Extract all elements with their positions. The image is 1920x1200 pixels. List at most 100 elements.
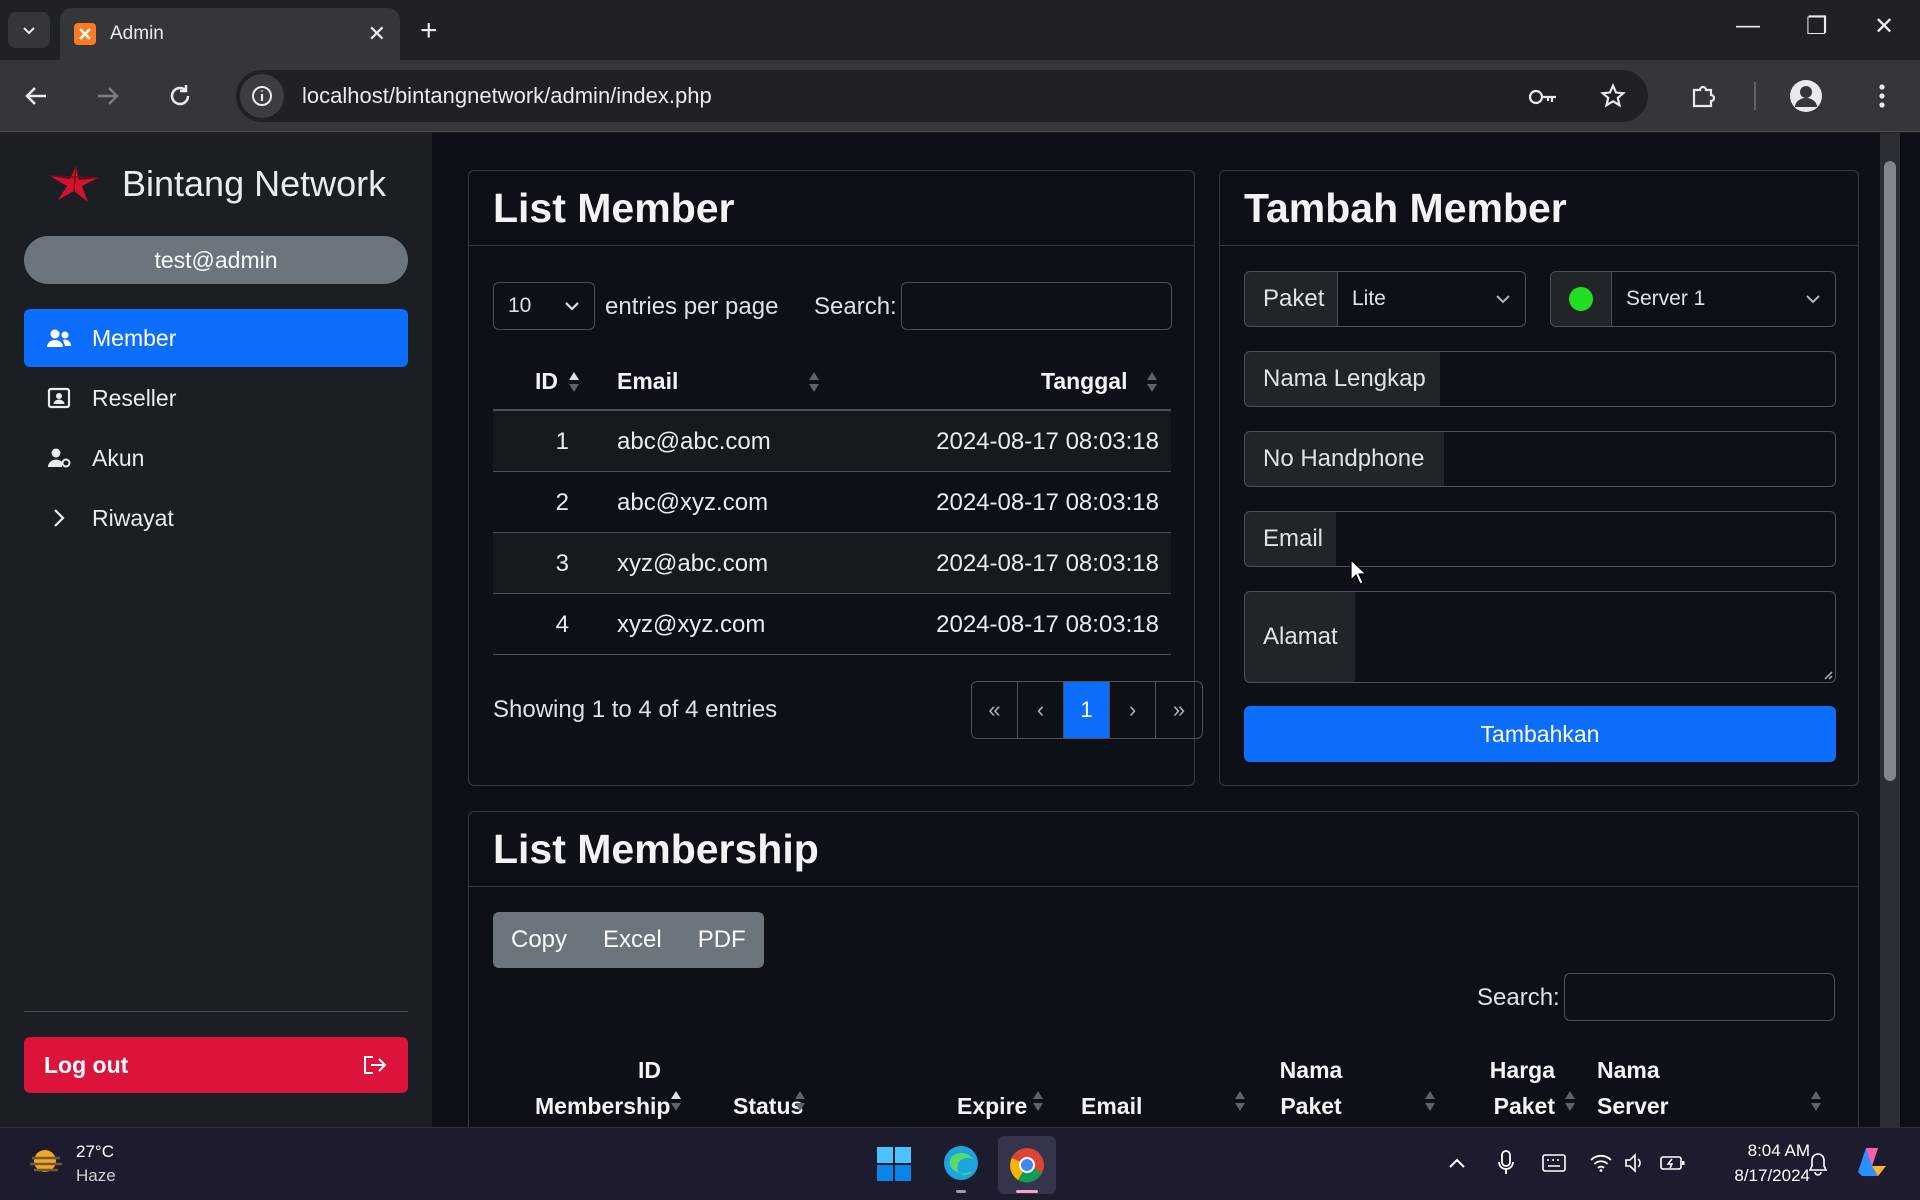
url-text[interactable]: localhost/bintangnetwork/admin/index.php [302, 83, 1648, 109]
sort-arrows-icon[interactable] [1233, 1088, 1247, 1114]
copilot-icon[interactable] [1852, 1142, 1892, 1182]
cell-tanggal: 2024-08-17 08:03:18 [936, 427, 1159, 455]
alamat-textarea[interactable] [1355, 591, 1836, 683]
notification-bell-icon[interactable] [1808, 1152, 1828, 1176]
table-info: Showing 1 to 4 of 4 entries [493, 696, 778, 723]
nama-lengkap-input[interactable] [1440, 351, 1836, 407]
microphone-icon[interactable] [1498, 1150, 1514, 1176]
column-header-nama-paket[interactable]: Nama Paket [1271, 1052, 1351, 1124]
sidebar-item-akun[interactable]: Akun [24, 429, 408, 487]
bookmark-star-icon[interactable] [1600, 83, 1626, 114]
excel-button[interactable]: Excel [585, 912, 680, 968]
cell-tanggal: 2024-08-17 08:03:18 [936, 610, 1159, 638]
profile-button[interactable] [1788, 78, 1824, 114]
sort-arrows-icon[interactable] [1423, 1088, 1437, 1114]
table-row[interactable]: 3 xyz@abc.com 2024-08-17 08:03:18 [493, 533, 1171, 594]
page-scrollbar[interactable] [1880, 133, 1900, 1127]
table-row[interactable]: 2 abc@xyz.com 2024-08-17 08:03:18 [493, 472, 1171, 533]
main-content: List Member 10 entries per page Search: … [432, 133, 1900, 1127]
tab-search-button[interactable] [8, 12, 50, 48]
email-label: Email [1244, 511, 1337, 567]
user-gear-icon [46, 445, 72, 471]
server-select[interactable]: Server 1 [1611, 271, 1836, 327]
password-key-icon[interactable] [1528, 88, 1558, 111]
resize-handle-icon[interactable] [1821, 668, 1833, 680]
site-info-icon[interactable] [240, 74, 284, 118]
column-header-nama-server[interactable]: Nama Server [1597, 1052, 1677, 1124]
user-badge[interactable]: test@admin [24, 236, 408, 284]
sort-arrows-icon[interactable] [807, 369, 821, 395]
column-header-expire[interactable]: Expire [957, 1088, 1027, 1124]
address-bar[interactable]: localhost/bintangnetwork/admin/index.php [236, 70, 1648, 122]
edge-browser-icon[interactable] [942, 1144, 980, 1182]
sort-arrows-icon[interactable] [1809, 1088, 1823, 1114]
tab-close-icon[interactable]: ✕ [368, 21, 386, 47]
member-search-input[interactable] [901, 282, 1172, 330]
sidebar-item-reseller[interactable]: Reseller [24, 369, 408, 427]
close-window-button[interactable]: ✕ [1874, 12, 1894, 41]
pagination-first[interactable]: « [972, 682, 1018, 738]
pagination-last[interactable]: » [1156, 682, 1202, 738]
nama-lengkap-label: Nama Lengkap [1244, 351, 1441, 407]
table-row[interactable]: 4 xyz@xyz.com 2024-08-17 08:03:18 [493, 594, 1171, 655]
table-row[interactable]: 1 abc@abc.com 2024-08-17 08:03:18 [493, 411, 1171, 472]
new-tab-button[interactable]: + [420, 14, 438, 48]
browser-tab[interactable]: Admin ✕ [60, 8, 400, 60]
status-dot-icon [1569, 287, 1593, 311]
logout-button[interactable]: Log out [24, 1037, 408, 1093]
sort-arrows-icon[interactable] [1031, 1088, 1045, 1114]
column-header-id-membership[interactable]: ID Membership [535, 1052, 670, 1124]
restore-button[interactable]: ❐ [1806, 12, 1828, 41]
extensions-button[interactable] [1686, 78, 1722, 114]
chrome-taskbar-button[interactable] [998, 1136, 1056, 1194]
forward-button[interactable] [90, 78, 126, 114]
brand-name: Bintang Network [122, 163, 387, 204]
windows-start-icon[interactable] [876, 1146, 912, 1182]
browser-menu-button[interactable] [1864, 78, 1900, 114]
no-handphone-input[interactable] [1444, 431, 1836, 487]
sort-arrows-icon[interactable] [1145, 369, 1159, 395]
sidebar-item-member[interactable]: Member [24, 309, 408, 367]
sort-arrows-icon[interactable] [567, 369, 581, 395]
email-input[interactable] [1336, 511, 1836, 567]
sidebar-item-riwayat[interactable]: Riwayat [24, 489, 408, 547]
copy-button[interactable]: Copy [493, 912, 585, 968]
wifi-icon[interactable] [1590, 1154, 1612, 1172]
brand[interactable]: Bintang Network [48, 163, 386, 205]
pagination-next[interactable]: › [1110, 682, 1156, 738]
logout-label: Log out [44, 1051, 129, 1078]
header-line: Nama [1597, 1057, 1660, 1083]
pagination-prev[interactable]: ‹ [1018, 682, 1064, 738]
pdf-button[interactable]: PDF [680, 912, 764, 968]
sort-arrows-icon[interactable] [669, 1088, 683, 1114]
membership-table-header: ID Membership Status Expire Email Nama P… [493, 1048, 1835, 1127]
server-status-indicator [1550, 271, 1612, 327]
sort-arrows-icon[interactable] [1563, 1088, 1577, 1114]
membership-search-input[interactable] [1564, 973, 1835, 1021]
weather-description[interactable]: Haze [76, 1166, 116, 1186]
weather-temperature[interactable]: 27°C [76, 1142, 114, 1162]
cell-id: 1 [555, 427, 569, 455]
battery-icon[interactable] [1660, 1154, 1686, 1172]
xampp-favicon-icon [74, 23, 96, 45]
clock-time[interactable]: 8:04 AM [1748, 1141, 1810, 1161]
scrollbar-thumb[interactable] [1884, 161, 1896, 781]
clock-date[interactable]: 8/17/2024 [1734, 1166, 1810, 1186]
keyboard-icon[interactable] [1542, 1154, 1566, 1172]
tambahkan-button[interactable]: Tambahkan [1244, 706, 1836, 762]
column-header-email[interactable]: Email [1081, 1088, 1142, 1124]
paket-select[interactable]: Lite [1337, 271, 1526, 327]
entries-per-page-select[interactable]: 10 [493, 282, 595, 330]
back-button[interactable] [18, 78, 54, 114]
column-header-id[interactable]: ID [535, 363, 558, 399]
pagination-page-1[interactable]: 1 [1064, 682, 1110, 738]
minimize-button[interactable]: — [1736, 12, 1760, 40]
reload-button[interactable] [162, 78, 198, 114]
sort-arrows-icon[interactable] [793, 1088, 807, 1114]
column-header-harga-paket[interactable]: Harga Paket [1475, 1052, 1555, 1124]
column-header-tanggal[interactable]: Tanggal [1041, 363, 1127, 399]
column-header-email[interactable]: Email [617, 363, 678, 399]
volume-icon[interactable] [1624, 1153, 1646, 1173]
chevron-up-icon[interactable] [1448, 1156, 1466, 1170]
weather-haze-icon[interactable] [28, 1146, 66, 1180]
